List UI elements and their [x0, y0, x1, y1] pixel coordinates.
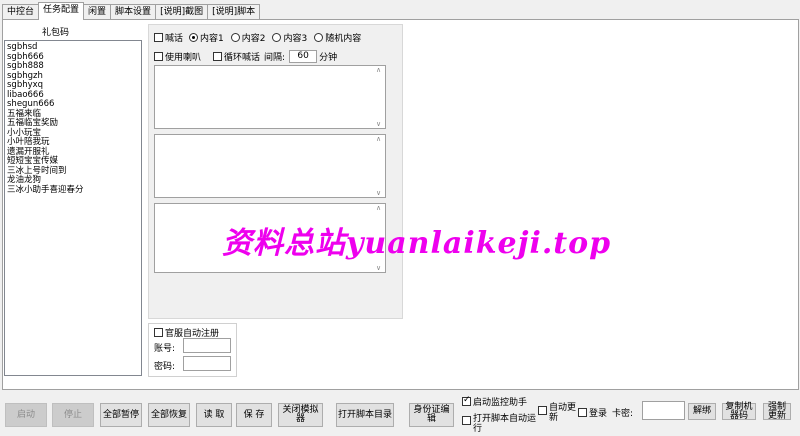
- card-key-label: 卡密:: [612, 409, 634, 419]
- auto-monitor-label: 启动监控助手: [473, 398, 528, 408]
- watermark-text: 资料总站yuanlaikeji.top: [222, 226, 612, 261]
- speaker-checkbox[interactable]: [154, 52, 163, 61]
- content-radio-label: 内容2: [241, 34, 266, 44]
- loop-shout-checkbox[interactable]: [213, 52, 223, 61]
- read-button[interactable]: 读 取: [196, 403, 232, 427]
- gift-code-title: 礼包码: [42, 28, 70, 38]
- content-radio-label: 内容3: [283, 34, 308, 44]
- tab-4[interactable]: [说明]截图: [155, 4, 209, 19]
- register-checkbox[interactable]: [154, 328, 163, 337]
- auto-update-checkbox[interactable]: [538, 406, 547, 415]
- id-card-edit-button[interactable]: 身份证编辑: [409, 403, 454, 427]
- shout-checkbox-label: 喊话: [165, 34, 184, 44]
- register-group: 官服自动注册 账号: 密码:: [148, 323, 237, 377]
- account-input[interactable]: [183, 338, 231, 353]
- save-button[interactable]: 保 存: [236, 403, 272, 427]
- open-script-auto-label: 打开脚本自动运行: [473, 414, 537, 434]
- scrollbar[interactable]: ∧ ∨: [375, 66, 385, 128]
- auto-monitor-checkbox[interactable]: [462, 395, 471, 406]
- force-update-button[interactable]: 强制更新: [763, 402, 791, 420]
- interval-input[interactable]: 60: [289, 50, 318, 63]
- tab-0[interactable]: 中控台: [2, 4, 40, 19]
- copy-machine-code-button[interactable]: 复制机器码: [722, 402, 756, 420]
- open-script-dir-button[interactable]: 打开脚本目录: [336, 403, 394, 427]
- pause-all-button[interactable]: 全部暂停: [100, 403, 142, 427]
- tab-5[interactable]: [说明]脚本: [207, 4, 261, 19]
- stop-button[interactable]: 停止: [52, 403, 94, 427]
- card-key-input[interactable]: [642, 401, 685, 420]
- open-script-auto-checkbox[interactable]: [462, 416, 471, 425]
- tab-3[interactable]: 脚本设置: [110, 4, 157, 19]
- login-label: 登录: [589, 409, 608, 419]
- content-radio-4[interactable]: [314, 33, 324, 42]
- loop-shout-label: 循环喊话: [224, 53, 261, 63]
- content-radio-3[interactable]: [272, 33, 282, 42]
- auto-update-label: 自动更新: [549, 403, 577, 423]
- interval-label: 间隔:: [264, 53, 286, 63]
- interval-unit-label: 分钟: [319, 53, 338, 63]
- scrollbar[interactable]: ∧ ∨: [375, 135, 385, 197]
- content-radio-label: 随机内容: [325, 34, 362, 44]
- content-radio-label: 内容1: [200, 34, 224, 44]
- close-emulator-button[interactable]: 关闭模拟器: [278, 403, 323, 427]
- tab-bar: 中控台 任务配置 闲置 脚本设置 [说明]截图 [说明]脚本: [2, 2, 261, 20]
- unbind-button[interactable]: 解绑: [688, 403, 716, 420]
- start-button[interactable]: 启动: [5, 403, 47, 427]
- resume-all-button[interactable]: 全部恢复: [148, 403, 190, 427]
- password-input[interactable]: [183, 356, 231, 371]
- content-radio-1[interactable]: [189, 33, 199, 42]
- shout-content-1[interactable]: ∧ ∨: [154, 65, 386, 129]
- shout-panel: 喊话 内容1 内容2 内容3 随机内容 使用喇叭 循环喊话 间隔: 60 分钟 ∧ ∨ …: [148, 24, 403, 319]
- speaker-label: 使用喇叭: [165, 53, 202, 63]
- tab-2[interactable]: 闲置: [83, 4, 112, 19]
- gift-code-list[interactable]: sgbhsd sgbh666 sgbh888 sgbhgzh sgbhyxq libao6…: [4, 40, 142, 376]
- shout-checkbox[interactable]: [154, 33, 163, 42]
- password-label: 密码:: [154, 362, 176, 372]
- shout-content-2[interactable]: ∧ ∨: [154, 134, 386, 198]
- list-item: 三冰小助手喜迎春分: [7, 184, 84, 195]
- account-label: 账号:: [154, 344, 176, 354]
- login-checkbox[interactable]: [578, 408, 587, 417]
- content-radio-2[interactable]: [230, 33, 240, 42]
- tab-1[interactable]: 任务配置: [38, 2, 85, 20]
